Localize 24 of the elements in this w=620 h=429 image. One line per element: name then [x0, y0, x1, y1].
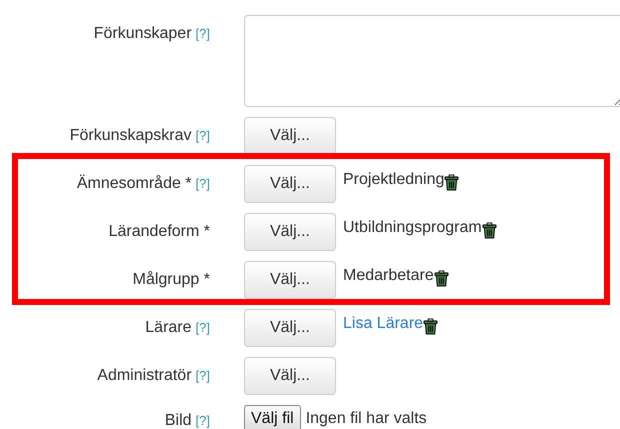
trash-icon[interactable]: [444, 174, 460, 191]
choose-button[interactable]: Välj...: [244, 261, 336, 299]
field-label: Lärare: [145, 319, 192, 336]
field-label: Förkunskapskrav: [70, 127, 192, 144]
field-label: Ämnesområde *: [76, 175, 192, 192]
field-label: Förkunskaper: [94, 25, 192, 42]
selected-value: Projektledning: [343, 170, 444, 189]
field-label: Lärandeform *: [108, 223, 210, 240]
field-label: Målgrupp *: [132, 271, 210, 288]
file-status: Ingen fil har valts: [306, 409, 427, 429]
selected-value: Utbildningsprogram: [343, 218, 482, 237]
trash-icon[interactable]: [482, 222, 497, 239]
choose-button[interactable]: Välj...: [244, 357, 336, 395]
choose-button[interactable]: Välj...: [244, 213, 336, 251]
choose-button[interactable]: Välj...: [244, 309, 336, 347]
trash-icon[interactable]: [434, 270, 449, 287]
field-label: Administratör: [97, 367, 192, 384]
field-label: Bild: [164, 412, 192, 429]
choose-button[interactable]: Välj...: [244, 165, 336, 203]
trash-icon[interactable]: [423, 318, 438, 335]
selected-value: Medarbetare: [343, 266, 434, 285]
choose-file-button[interactable]: Välj fil: [244, 405, 301, 429]
choose-button[interactable]: Välj...: [244, 117, 336, 155]
value-link[interactable]: Lisa Lärare: [343, 309, 424, 333]
